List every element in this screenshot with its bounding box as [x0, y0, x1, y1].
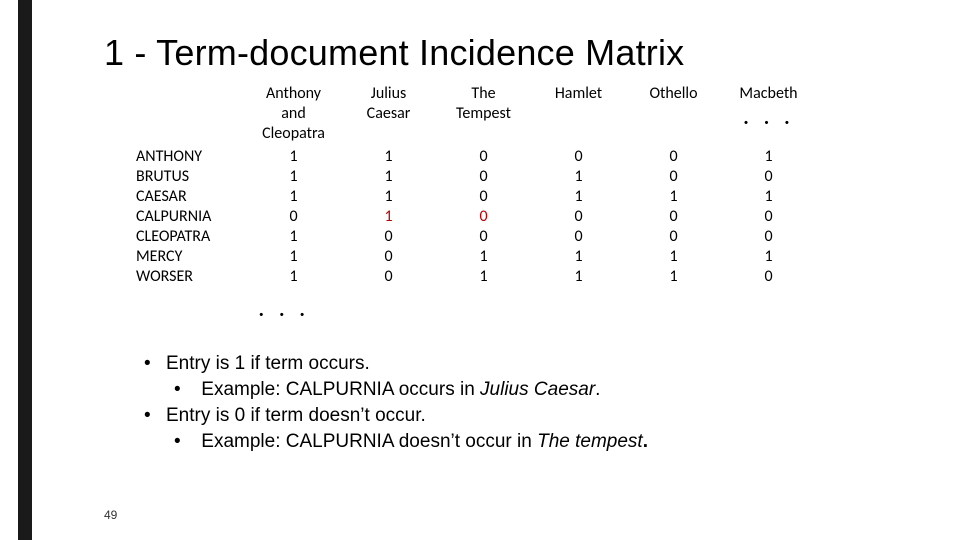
doc-header-line: Tempest: [456, 104, 511, 123]
cell: 0: [341, 267, 436, 287]
doc-header: Macbeth . . .: [721, 84, 816, 124]
header-empty: [136, 84, 246, 147]
cell: 1: [341, 167, 436, 187]
term-label: CAESAR: [136, 187, 246, 207]
slide: 1 - Term-document Incidence Matrix Antho…: [32, 0, 960, 540]
table-row: CLEOPATRA 1 0 0 0 0 0: [136, 227, 876, 247]
cell-highlight: 0: [436, 207, 531, 227]
page-title: 1 - Term-document Incidence Matrix: [104, 32, 960, 74]
doc-header-line: and: [281, 104, 305, 123]
cell: 0: [721, 207, 816, 227]
bullet-text: Entry is 1 if term occurs.: [166, 353, 370, 374]
cell: 1: [626, 187, 721, 207]
cell: 0: [626, 207, 721, 227]
cell: 0: [721, 267, 816, 287]
doc-header-line: Othello: [649, 84, 697, 103]
accent-bar: [18, 0, 32, 540]
bullet-item: Entry is 1 if term occurs.: [144, 351, 960, 377]
page-number: 49: [104, 508, 117, 522]
cell: 0: [721, 167, 816, 187]
cell: 1: [531, 247, 626, 267]
doc-header-line: Cleopatra: [262, 124, 325, 143]
cell: 1: [721, 147, 816, 167]
table-row: MERCY 1 0 1 1 1 1: [136, 247, 876, 267]
bullet-text: Entry is 0 if term doesn’t occur.: [166, 405, 426, 426]
cell: 1: [531, 167, 626, 187]
incidence-matrix: Anthony and Cleopatra Julius Caesar The …: [136, 84, 876, 323]
table-row: CAESAR 1 1 0 1 1 1: [136, 187, 876, 207]
cell: 0: [341, 227, 436, 247]
cell: 1: [246, 227, 341, 247]
cell: 0: [626, 227, 721, 247]
cell: 0: [436, 167, 531, 187]
cell: 1: [246, 267, 341, 287]
cell: 1: [626, 247, 721, 267]
cell: 1: [531, 187, 626, 207]
bullet-item: Entry is 0 if term doesn’t occur.: [144, 403, 960, 429]
bullet-subitem: Example: CALPURNIA occurs in Julius Caes…: [144, 377, 960, 403]
doc-header: The Tempest: [436, 84, 531, 124]
row-ellipsis: . . .: [258, 291, 876, 323]
cell: 0: [436, 187, 531, 207]
cell: 1: [341, 147, 436, 167]
cell: 0: [246, 207, 341, 227]
bullet-subitem: Example: CALPURNIA doesn’t occur in The …: [144, 429, 960, 455]
term-label: CLEOPATRA: [136, 227, 246, 247]
bullet-list: Entry is 1 if term occurs. Example: CALP…: [144, 351, 960, 455]
term-label: BRUTUS: [136, 167, 246, 187]
cell: 1: [721, 247, 816, 267]
cell: 1: [246, 247, 341, 267]
cell: 0: [531, 147, 626, 167]
doc-header-line: Caesar: [367, 104, 411, 123]
table-row: CALPURNIA 0 1 0 0 0 0: [136, 207, 876, 227]
bullet-text: Example: CALPURNIA doesn’t occur in: [201, 431, 537, 452]
doc-header: Julius Caesar: [341, 84, 436, 124]
term-label: MERCY: [136, 247, 246, 267]
doc-header: Hamlet: [531, 84, 626, 104]
bullet-text: .: [595, 379, 600, 400]
cell: 0: [531, 227, 626, 247]
cell: 0: [531, 207, 626, 227]
italic-text: The tempest: [537, 431, 643, 452]
cell: 1: [246, 167, 341, 187]
cell: 1: [436, 267, 531, 287]
doc-header-line: Hamlet: [555, 84, 602, 103]
doc-header-line: Julius: [371, 84, 407, 103]
cell: 1: [246, 187, 341, 207]
term-label: WORSER: [136, 267, 246, 287]
cell: 1: [341, 187, 436, 207]
cell: 1: [531, 267, 626, 287]
cell: 0: [721, 227, 816, 247]
doc-header-line: Anthony: [266, 84, 321, 103]
table-row: BRUTUS 1 1 0 1 0 0: [136, 167, 876, 187]
bullet-text: .: [643, 431, 648, 452]
doc-header: Anthony and Cleopatra: [246, 84, 341, 144]
table-row: WORSER 1 0 1 1 1 0: [136, 267, 876, 287]
cell: 1: [246, 147, 341, 167]
cell: 0: [436, 147, 531, 167]
cell: 1: [721, 187, 816, 207]
bullet-text: Example: CALPURNIA occurs in: [201, 379, 480, 400]
cell: 0: [341, 247, 436, 267]
matrix-header: Anthony and Cleopatra Julius Caesar The …: [136, 84, 876, 147]
doc-header-line: The: [471, 84, 495, 103]
cell: 1: [436, 247, 531, 267]
term-label: ANTHONY: [136, 147, 246, 167]
doc-ellipsis: . . .: [721, 106, 816, 124]
cell-highlight: 1: [341, 207, 436, 227]
cell: 1: [626, 267, 721, 287]
cell: 0: [436, 227, 531, 247]
doc-header: Othello: [626, 84, 721, 104]
cell: 0: [626, 147, 721, 167]
cell: 0: [626, 167, 721, 187]
term-label: CALPURNIA: [136, 207, 246, 227]
table-row: ANTHONY 1 1 0 0 0 1: [136, 147, 876, 167]
italic-text: Julius Caesar: [480, 379, 595, 400]
